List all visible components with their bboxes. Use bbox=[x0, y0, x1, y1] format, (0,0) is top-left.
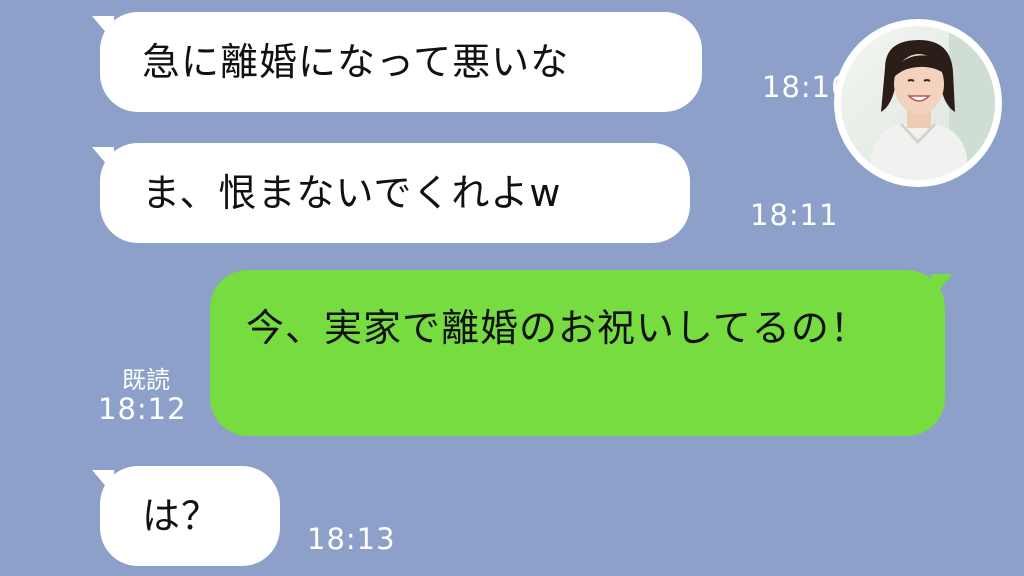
message-timestamp: 18:12 bbox=[98, 392, 187, 426]
message-bubble-sent[interactable]: 今、実家で離婚のお祝いしてるの！ bbox=[210, 270, 953, 436]
message-timestamp: 18:13 bbox=[307, 522, 396, 556]
read-receipt: 既読 bbox=[122, 366, 170, 394]
message-text: ま、恨まないでくれよw bbox=[142, 171, 562, 215]
bubble-tail bbox=[92, 470, 114, 496]
bubble-tail bbox=[931, 274, 953, 300]
bubble-tail bbox=[92, 16, 114, 42]
message-timestamp: 18:11 bbox=[750, 198, 839, 232]
message-text: 今、実家で離婚のお祝いしてるの！ bbox=[246, 306, 869, 350]
chat-area: 急に離婚になって悪いな 18:10 ま、恨まないでくれよw 18:11 既読 1… bbox=[0, 0, 1024, 576]
message-text: は？ bbox=[142, 494, 221, 538]
bubble-tail bbox=[92, 147, 114, 173]
message-bubble-received[interactable]: 急に離婚になって悪いな bbox=[92, 12, 702, 112]
message-bubble-received[interactable]: ま、恨まないでくれよw bbox=[92, 143, 690, 243]
message-text: 急に離婚になって悪いな bbox=[142, 40, 570, 84]
message-bubble-received[interactable]: は？ bbox=[92, 466, 280, 566]
contact-avatar[interactable] bbox=[834, 19, 1002, 187]
woman-portrait-avatar-icon bbox=[841, 26, 995, 180]
